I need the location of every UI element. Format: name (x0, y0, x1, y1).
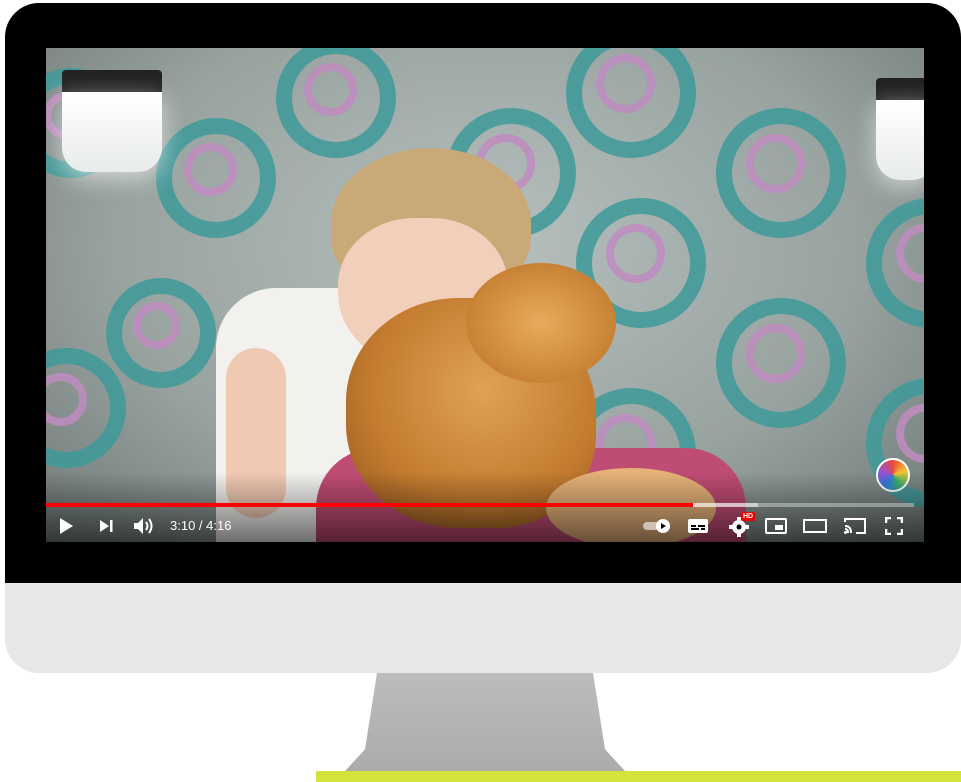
volume-icon (134, 518, 153, 534)
wallpaper-ring (716, 108, 846, 238)
play-icon (60, 518, 73, 534)
monitor-stand (335, 673, 635, 782)
theater-mode-button[interactable] (802, 514, 828, 538)
volume-button[interactable] (132, 514, 156, 538)
miniplayer-icon (765, 518, 787, 534)
cat-head (466, 263, 616, 383)
hd-badge: HD (741, 512, 756, 521)
subtitles-button[interactable] (686, 514, 710, 538)
time-display: 3:10 / 4:16 (170, 518, 231, 533)
time-separator: / (195, 518, 207, 533)
progress-bar[interactable] (46, 503, 914, 507)
wall-lamp (62, 70, 162, 172)
play-button[interactable] (54, 514, 78, 538)
accent-bar (316, 771, 961, 782)
cast-icon (844, 518, 866, 534)
settings-button[interactable]: HD (726, 512, 756, 538)
wall-lamp (876, 78, 924, 180)
wallpaper-ring (716, 298, 846, 428)
miniplayer-button[interactable] (764, 514, 788, 538)
current-time: 3:10 (170, 518, 196, 533)
fullscreen-button[interactable] (882, 514, 906, 538)
next-button[interactable] (94, 514, 118, 538)
monitor-chin (5, 583, 961, 673)
cast-button[interactable] (842, 514, 868, 538)
subtitles-icon (688, 519, 708, 533)
duration: 4:16 (206, 518, 232, 533)
video-player[interactable]: 3:10 / 4:16 HD (46, 48, 924, 542)
next-icon (100, 520, 113, 532)
player-controls: 3:10 / 4:16 HD (46, 510, 924, 542)
wallpaper-ring (156, 118, 276, 238)
autoplay-toggle[interactable] (642, 514, 672, 538)
progress-played (46, 503, 693, 507)
fullscreen-icon (885, 517, 903, 535)
autoplay-toggle-icon (643, 519, 670, 533)
theater-mode-icon (803, 519, 827, 533)
wallpaper-ring (106, 278, 216, 388)
